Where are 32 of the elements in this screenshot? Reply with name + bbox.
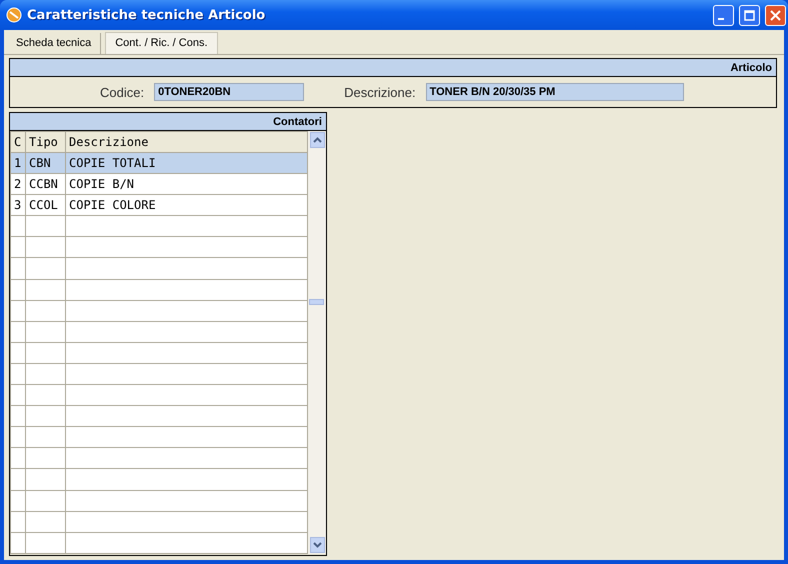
panel-title: Articolo <box>730 62 772 74</box>
table-cell: 2 <box>10 174 26 195</box>
scroll-down-icon[interactable] <box>310 537 325 553</box>
column-header[interactable]: C <box>10 132 26 152</box>
tab[interactable]: Scheda tecnica <box>7 33 102 54</box>
scroll-thumb[interactable] <box>309 299 324 305</box>
table-cell: CCBN <box>26 174 66 195</box>
minimize-icon <box>718 18 724 20</box>
scroll-up-icon[interactable] <box>310 132 325 148</box>
table-cell: 1 <box>10 152 26 174</box>
app-icon <box>6 7 22 23</box>
close-icon <box>770 10 781 20</box>
maximize-button[interactable] <box>739 4 760 26</box>
input-field[interactable]: TONER B/N 20/30/35 PM <box>426 83 684 101</box>
field-label: Codice: <box>100 84 144 100</box>
close-button[interactable] <box>765 4 786 26</box>
table-cell: CBN <box>26 152 66 174</box>
panel-title: Contatori <box>273 116 322 128</box>
column-header[interactable]: Descrizione <box>66 132 308 152</box>
table-cell: COPIE COLORE <box>66 194 308 216</box>
input-field[interactable]: 0TONER20BN <box>154 83 304 101</box>
table-cell: COPIE TOTALI <box>66 152 308 174</box>
scrollbar[interactable] <box>308 131 326 554</box>
table-cell: CCOL <box>26 194 66 216</box>
minimize-button[interactable] <box>713 4 734 26</box>
maximize-icon <box>744 10 755 20</box>
window-title: Caratteristiche tecniche Articolo <box>27 8 266 22</box>
table-cell: 3 <box>10 194 26 216</box>
field-label: Descrizione: <box>344 84 416 100</box>
tab[interactable]: Cont. / Ric. / Cons. <box>105 32 218 54</box>
table-cell: COPIE B/N <box>66 174 308 195</box>
column-header[interactable]: Tipo <box>26 132 66 152</box>
